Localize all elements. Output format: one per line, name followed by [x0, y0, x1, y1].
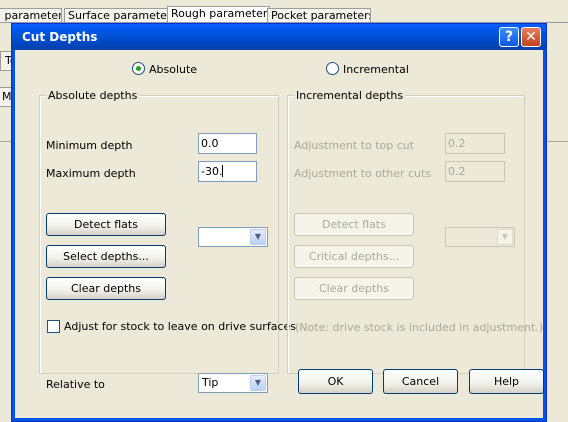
maximum-depth-value: -30.: [201, 165, 223, 178]
relative-to-value: Tip: [202, 376, 219, 389]
clear-depths-button[interactable]: Clear depths: [46, 277, 166, 300]
detect-flats-button[interactable]: Detect flats: [46, 213, 166, 236]
ok-button[interactable]: OK: [298, 369, 373, 394]
absolute-radio-label[interactable]: Absolute: [149, 63, 197, 76]
adjust-stock-checkbox[interactable]: [47, 320, 60, 333]
incremental-radio[interactable]: [326, 62, 339, 75]
chevron-down-icon[interactable]: ▼: [497, 229, 513, 245]
minimum-depth-input[interactable]: 0.0: [198, 133, 257, 154]
relative-to-label: Relative to: [46, 378, 105, 391]
absolute-radio-dot: [136, 66, 141, 71]
background-tab-surface-parameters[interactable]: Surface parameters: [64, 8, 170, 23]
dialog-titlebar[interactable]: Cut Depths ? ✕: [12, 24, 546, 50]
adjust-stock-label[interactable]: Adjust for stock to leave on drive surfa…: [64, 320, 296, 333]
close-icon[interactable]: ✕: [521, 27, 541, 47]
incremental-clear-depths-button[interactable]: Clear depths: [294, 277, 414, 300]
incremental-depths-title: Incremental depths: [294, 89, 406, 102]
absolute-depths-title: Absolute depths: [46, 89, 140, 102]
incremental-flats-combo[interactable]: ▼: [445, 227, 515, 247]
critical-depths-button[interactable]: Critical depths...: [294, 245, 414, 268]
other-cuts-label: Adjustment to other cuts: [294, 167, 432, 180]
incremental-note: (Note: drive stock is included in adjust…: [295, 321, 544, 334]
background-tab-pocket-parameters[interactable]: Pocket parameters: [267, 8, 371, 23]
minimum-depth-label: Minimum depth: [46, 139, 133, 152]
flats-combo[interactable]: ▼: [198, 227, 268, 247]
maximum-depth-input[interactable]: -30.: [198, 161, 257, 182]
cancel-button[interactable]: Cancel: [383, 369, 458, 394]
incremental-detect-flats-button[interactable]: Detect flats: [294, 213, 414, 236]
background-tab-strip: l parameters Surface parameters Rough pa…: [0, 6, 568, 23]
incremental-radio-label[interactable]: Incremental: [343, 63, 409, 76]
help-button[interactable]: Help: [469, 369, 544, 394]
help-question-icon[interactable]: ?: [499, 27, 519, 47]
background-divider-right: [546, 141, 568, 142]
other-cuts-input[interactable]: 0.2: [445, 161, 505, 182]
top-cut-input[interactable]: 0.2: [445, 133, 505, 154]
text-cursor: [222, 165, 224, 177]
dialog-content: Absolute Incremental Absolute depths Min…: [15, 50, 544, 418]
chevron-down-icon[interactable]: ▼: [250, 375, 266, 391]
absolute-radio[interactable]: [132, 62, 145, 75]
top-cut-label: Adjustment to top cut: [294, 139, 415, 152]
chevron-down-icon[interactable]: ▼: [250, 229, 266, 245]
background-tab-rough-parameters[interactable]: Rough parameters: [167, 6, 270, 23]
cut-depths-dialog: Cut Depths ? ✕ Absolute Incremental Abso…: [11, 23, 547, 422]
select-depths-button[interactable]: Select depths...: [46, 245, 166, 268]
dialog-title: Cut Depths: [22, 30, 98, 44]
relative-to-combo[interactable]: Tip ▼: [198, 373, 268, 393]
background-tab-1[interactable]: l parameters: [0, 8, 62, 23]
maximum-depth-label: Maximum depth: [46, 167, 136, 180]
